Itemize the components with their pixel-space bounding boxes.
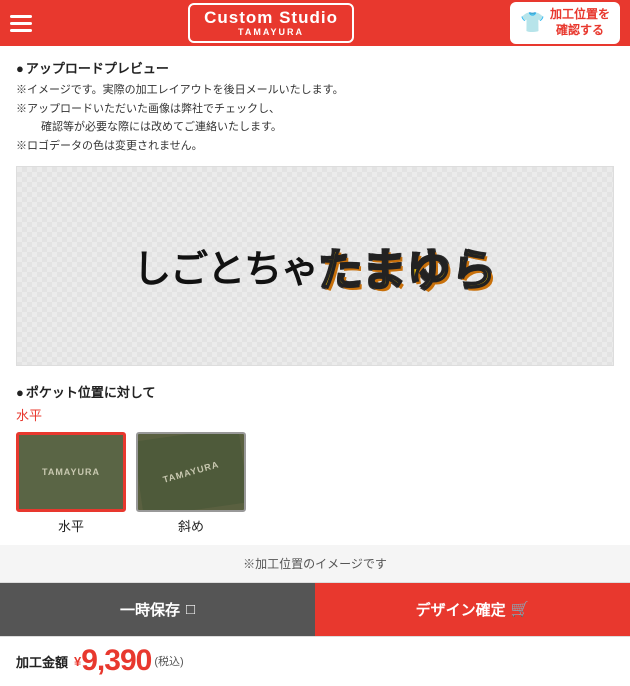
- shirt-icon: 👕: [520, 10, 545, 36]
- price-currency: ¥: [74, 654, 81, 669]
- save-button-label: 一時保存: [120, 599, 180, 620]
- preview-area: しごとちゃ たまゆら: [16, 166, 614, 366]
- logo-black-text: しごとちゃ: [133, 238, 318, 293]
- preview-inner: しごとちゃ たまゆら: [17, 168, 613, 363]
- confirm-button[interactable]: デザイン確定 🛒: [315, 583, 630, 636]
- confirm-button-label: デザイン確定: [416, 599, 506, 620]
- logo-sub-text: TAMAYURA: [204, 27, 338, 37]
- pocket-option-diagonal-img: TAMAYURA: [136, 432, 246, 512]
- pocket-sublabel: 水平: [16, 405, 614, 424]
- image-note: ※加工位置のイメージです: [0, 545, 630, 582]
- upload-preview-section: アップロードプレビュー ※イメージです。実際の加工レイアウトを後日メールいたしま…: [16, 58, 614, 366]
- pocket-option-horizontal-label: 水平: [58, 516, 84, 535]
- pocket-fabric-horizontal: TAMAYURA: [19, 435, 123, 509]
- save-icon: □: [186, 601, 195, 618]
- pocket-section-title: ポケット位置に対して: [16, 382, 614, 401]
- header: Custom Studio TAMAYURA 👕 加工位置を確認する: [0, 0, 630, 46]
- pocket-option-horizontal-img: TAMAYURA: [16, 432, 126, 512]
- logo-main-text: Custom Studio: [204, 9, 338, 28]
- pocket-options: TAMAYURA 水平 TAMAYURA 斜め: [16, 432, 614, 535]
- menu-icon[interactable]: [10, 15, 32, 32]
- bottom-buttons: 一時保存 □ デザイン確定 🛒 デザイン確定ボタンを クリック: [0, 582, 630, 636]
- notice-line-4: ※ロゴデータの色は変更されません。: [16, 137, 614, 156]
- price-amount: 9,390: [81, 644, 151, 678]
- pocket-section: ポケット位置に対して 水平 TAMAYURA 水平 TAMA: [16, 382, 614, 535]
- header-logo: Custom Studio TAMAYURA: [188, 3, 354, 44]
- confirm-button-wrapper: デザイン確定 🛒 デザイン確定ボタンを クリック: [315, 583, 630, 636]
- pocket-fabric-diagonal: TAMAYURA: [136, 432, 246, 512]
- notice-line-1: ※イメージです。実際の加工レイアウトを後日メールいたします。: [16, 81, 614, 100]
- header-confirm-button[interactable]: 👕 加工位置を確認する: [510, 2, 620, 43]
- pocket-option-horizontal[interactable]: TAMAYURA 水平: [16, 432, 126, 535]
- main-content: アップロードプレビュー ※イメージです。実際の加工レイアウトを後日メールいたしま…: [0, 46, 630, 535]
- logo-yellow-text: たまゆら: [318, 234, 497, 298]
- notice-text: ※イメージです。実際の加工レイアウトを後日メールいたします。 ※アップロードいた…: [16, 81, 614, 156]
- save-button[interactable]: 一時保存 □: [0, 583, 315, 636]
- header-confirm-text: 加工位置を確認する: [550, 7, 610, 38]
- pocket-text-overlay-1: TAMAYURA: [42, 467, 100, 477]
- price-tax: (税込): [154, 653, 183, 669]
- logo-text-container: しごとちゃ たまゆら: [133, 234, 497, 298]
- notice-line-3: 確認等が必要な際には改めてご連絡いたします。: [16, 118, 614, 137]
- upload-preview-title: アップロードプレビュー: [16, 58, 614, 77]
- price-bar: 加工金額 ¥ 9,390 (税込): [0, 636, 630, 686]
- notice-line-2: ※アップロードいただいた画像は弊社でチェックし、: [16, 100, 614, 119]
- bottom-area: 一時保存 □ デザイン確定 🛒 デザイン確定ボタンを クリック: [0, 582, 630, 686]
- price-label: 加工金額: [16, 652, 68, 671]
- cart-icon: 🛒: [511, 600, 530, 618]
- pocket-option-diagonal[interactable]: TAMAYURA 斜め: [136, 432, 246, 535]
- page-wrapper: Custom Studio TAMAYURA 👕 加工位置を確認する アップロー…: [0, 0, 630, 686]
- pocket-text-overlay-2: TAMAYURA: [162, 459, 221, 485]
- pocket-option-diagonal-label: 斜め: [178, 516, 204, 535]
